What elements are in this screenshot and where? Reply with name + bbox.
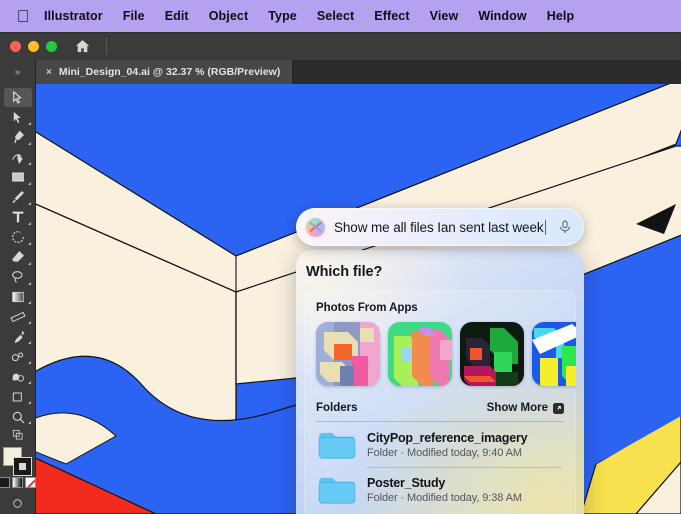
- document-tab-title: Mini_Design_04.ai @ 32.37 % (RGB/Preview…: [58, 66, 281, 78]
- folder-subtitle: Folder · Modified today, 9:38 AM: [367, 492, 522, 505]
- measure-tool[interactable]: [4, 307, 32, 326]
- type-tool[interactable]: [4, 208, 32, 227]
- show-more-label: Show More: [486, 402, 548, 414]
- menu-item-window[interactable]: Window: [468, 6, 536, 26]
- folder-name: Poster_Study: [367, 476, 446, 491]
- menu-item-type[interactable]: Type: [258, 6, 307, 26]
- microphone-icon[interactable]: [557, 218, 573, 236]
- photo-thumbnail-2[interactable]: [388, 322, 452, 386]
- menu-item-effect[interactable]: Effect: [364, 6, 419, 26]
- photo-thumbnail-3[interactable]: [460, 322, 524, 386]
- minimize-window-button[interactable]: [28, 40, 39, 52]
- curvature-pen-tool[interactable]: [4, 148, 32, 167]
- photo-thumbnail-4[interactable]: [532, 322, 576, 386]
- color-fill-button[interactable]: [0, 477, 10, 489]
- paintbrush-tool[interactable]: [4, 188, 32, 207]
- show-more-button[interactable]: Show More: [487, 402, 564, 414]
- folder-icon: [318, 475, 356, 505]
- menu-item-illustrator[interactable]: Illustrator: [34, 6, 113, 26]
- pen-tool[interactable]: [4, 128, 32, 147]
- gradient-fill-button[interactable]: [12, 477, 23, 489]
- stroke-swatch[interactable]: [12, 457, 32, 477]
- gradient-tool[interactable]: [4, 288, 32, 307]
- fill-stroke-swatches[interactable]: [2, 447, 33, 477]
- menu-item-edit[interactable]: Edit: [155, 6, 199, 26]
- folder-meta: CityPop_reference_imagery Folder · Modif…: [367, 430, 528, 459]
- eyedropper-tool[interactable]: [4, 327, 32, 346]
- folders-section-header: Folders Show More: [304, 400, 576, 421]
- toolbar-divider: [106, 37, 107, 55]
- photos-section-title: Photos From Apps: [316, 302, 418, 314]
- lasso-tool[interactable]: [4, 268, 32, 287]
- zoom-tool[interactable]: [4, 407, 32, 426]
- panel-expand-toggle[interactable]: »: [0, 60, 36, 84]
- photo-thumbnail-list: [304, 322, 576, 400]
- text-caret: [544, 219, 547, 235]
- folder-meta: Poster_Study Folder · Modified today, 9:…: [367, 476, 522, 504]
- results-card: Photos From Apps Folders Show More CityP…: [304, 290, 576, 514]
- drawing-modes-button[interactable]: [4, 427, 32, 442]
- folders-section-title: Folders: [316, 402, 358, 414]
- menu-item-object[interactable]: Object: [199, 6, 259, 26]
- menu-item-help[interactable]: Help: [537, 6, 585, 26]
- menu-item-view[interactable]: View: [420, 6, 469, 26]
- document-tab[interactable]: × Mini_Design_04.ai @ 32.37 % (RGB/Previ…: [36, 60, 294, 84]
- mac-menu-bar:  Illustrator File Edit Object Type Sele…: [0, 0, 681, 32]
- menu-item-file[interactable]: File: [113, 6, 155, 26]
- tools-panel: [0, 84, 36, 514]
- folder-row-poster-study[interactable]: Poster_Study Folder · Modified today, 9:…: [304, 467, 576, 512]
- expand-arrow-icon: [553, 402, 564, 414]
- rotate-tool[interactable]: [4, 228, 32, 247]
- folder-name: CityPop_reference_imagery: [367, 430, 528, 445]
- blend-tool[interactable]: [4, 347, 32, 366]
- folder-subtitle: Folder · Modified today, 9:40 AM: [367, 446, 522, 459]
- apple-logo-icon[interactable]: : [12, 1, 34, 31]
- eraser-tool[interactable]: [4, 248, 32, 267]
- folder-icon: [318, 430, 356, 460]
- siri-query-text[interactable]: Show me all files Ian sent last week: [334, 219, 549, 235]
- selection-tool[interactable]: [3, 88, 32, 107]
- document-tab-bar: » × Mini_Design_04.ai @ 32.37 % (RGB/Pre…: [0, 60, 681, 84]
- direct-selection-tool[interactable]: [4, 108, 32, 127]
- window-title-bar: [0, 32, 681, 60]
- close-window-button[interactable]: [10, 40, 21, 52]
- siri-results-panel: Which file? Photos From Apps Folders Sho…: [296, 250, 584, 514]
- results-heading: Which file?: [306, 264, 383, 280]
- shape-builder-tool[interactable]: [4, 367, 32, 386]
- photo-thumbnail-1[interactable]: [316, 322, 380, 386]
- apple-intelligence-icon: [305, 216, 326, 238]
- siri-search-bar[interactable]: Show me all files Ian sent last week: [296, 208, 584, 246]
- illustrator-window: » × Mini_Design_04.ai @ 32.37 % (RGB/Pre…: [0, 32, 681, 514]
- siri-query-value: Show me all files Ian sent last week: [334, 219, 544, 235]
- menu-item-select[interactable]: Select: [307, 6, 364, 26]
- close-icon[interactable]: ×: [46, 67, 52, 78]
- rectangle-tool[interactable]: [4, 168, 32, 187]
- color-mode-buttons: [0, 477, 36, 489]
- screen-mode-button[interactable]: [4, 494, 32, 513]
- folder-row-citypop[interactable]: CityPop_reference_imagery Folder · Modif…: [304, 422, 576, 467]
- maximize-window-button[interactable]: [46, 40, 57, 52]
- none-fill-button[interactable]: [25, 477, 36, 489]
- home-icon[interactable]: [72, 36, 92, 56]
- artboard-tool[interactable]: [4, 387, 32, 406]
